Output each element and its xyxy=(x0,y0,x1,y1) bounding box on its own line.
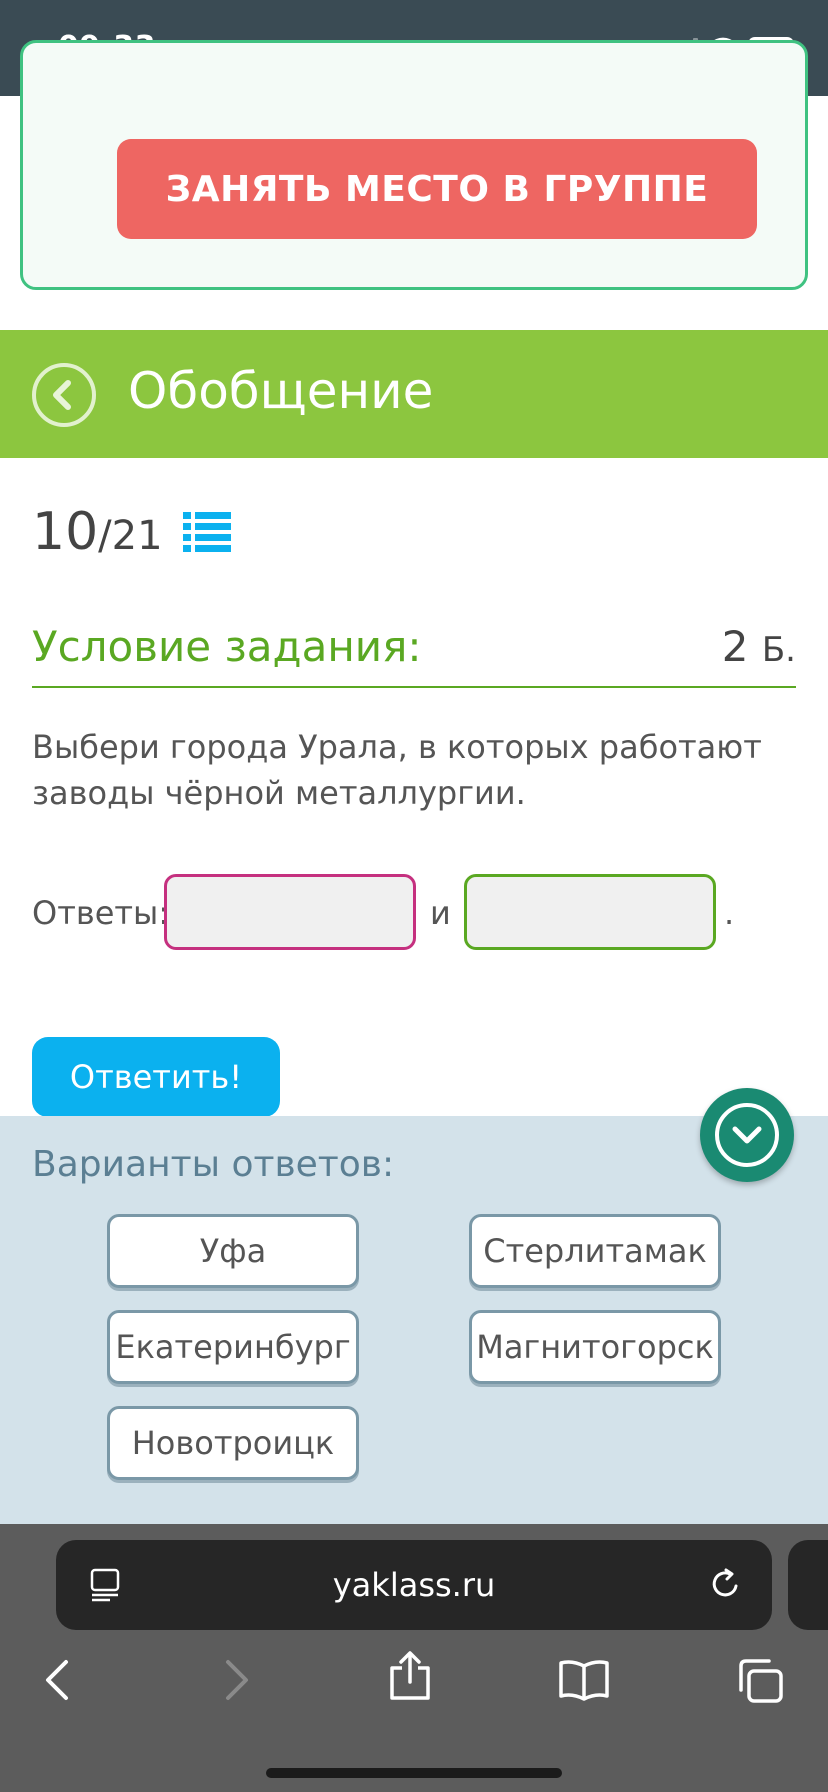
promo-card: ЗАНЯТЬ МЕСТО В ГРУППЕ xyxy=(20,40,808,290)
next-tab-peek[interactable] xyxy=(788,1540,828,1630)
forward-icon[interactable] xyxy=(218,1658,254,1702)
section-header: Обобщение xyxy=(0,330,828,458)
progress-total: /21 xyxy=(98,513,163,559)
section-title: Обобщение xyxy=(128,362,434,420)
home-indicator xyxy=(266,1768,562,1778)
list-icon[interactable] xyxy=(182,510,231,554)
condition-header: Условие задания: 2 Б. xyxy=(32,614,796,688)
url-text: yaklass.ru xyxy=(332,1566,496,1604)
task-progress: 10 /21 xyxy=(32,500,231,564)
answers-row: Ответы: и . xyxy=(32,874,802,950)
reload-icon[interactable] xyxy=(708,1566,744,1602)
url-bar[interactable]: yaklass.ru xyxy=(56,1540,772,1630)
answer-slot-2[interactable] xyxy=(464,874,716,950)
answers-end-mark: . xyxy=(724,894,735,932)
option-chip[interactable]: Новотроицк xyxy=(107,1406,359,1480)
back-button[interactable] xyxy=(32,363,96,427)
option-chip[interactable]: Уфа xyxy=(107,1214,359,1288)
answers-label: Ответы: xyxy=(32,894,170,932)
tabs-icon[interactable] xyxy=(736,1658,784,1704)
bookmarks-icon[interactable] xyxy=(558,1658,610,1702)
chevron-down-icon xyxy=(732,1126,762,1144)
points-value: 2 xyxy=(721,622,749,671)
share-icon[interactable] xyxy=(388,1650,432,1702)
answer-slot-1[interactable] xyxy=(164,874,416,950)
collapse-ring xyxy=(715,1103,779,1167)
collapse-options-button[interactable] xyxy=(700,1088,794,1182)
points-unit: Б. xyxy=(761,630,796,670)
browser-bar: yaklass.ru xyxy=(0,1524,828,1792)
option-chip[interactable]: Магнитогорск xyxy=(469,1310,721,1384)
points: 2 Б. xyxy=(722,622,796,671)
options-title: Варианты ответов: xyxy=(32,1144,395,1185)
option-chip[interactable]: Екатеринбург xyxy=(107,1310,359,1384)
back-icon[interactable] xyxy=(40,1658,76,1702)
answer-options-panel: Варианты ответов: Уфа Стерлитамак Екатер… xyxy=(0,1088,828,1524)
back-arrow-icon xyxy=(53,380,71,410)
option-chip[interactable]: Стерлитамак xyxy=(469,1214,721,1288)
join-group-button[interactable]: ЗАНЯТЬ МЕСТО В ГРУППЕ xyxy=(117,139,757,239)
condition-title: Условие задания: xyxy=(32,622,422,671)
progress-current: 10 xyxy=(32,502,99,562)
submit-button[interactable]: Ответить! xyxy=(32,1037,280,1117)
answers-conjunction: и xyxy=(430,894,451,932)
task-text: Выбери города Урала, в которых работают … xyxy=(32,728,762,812)
